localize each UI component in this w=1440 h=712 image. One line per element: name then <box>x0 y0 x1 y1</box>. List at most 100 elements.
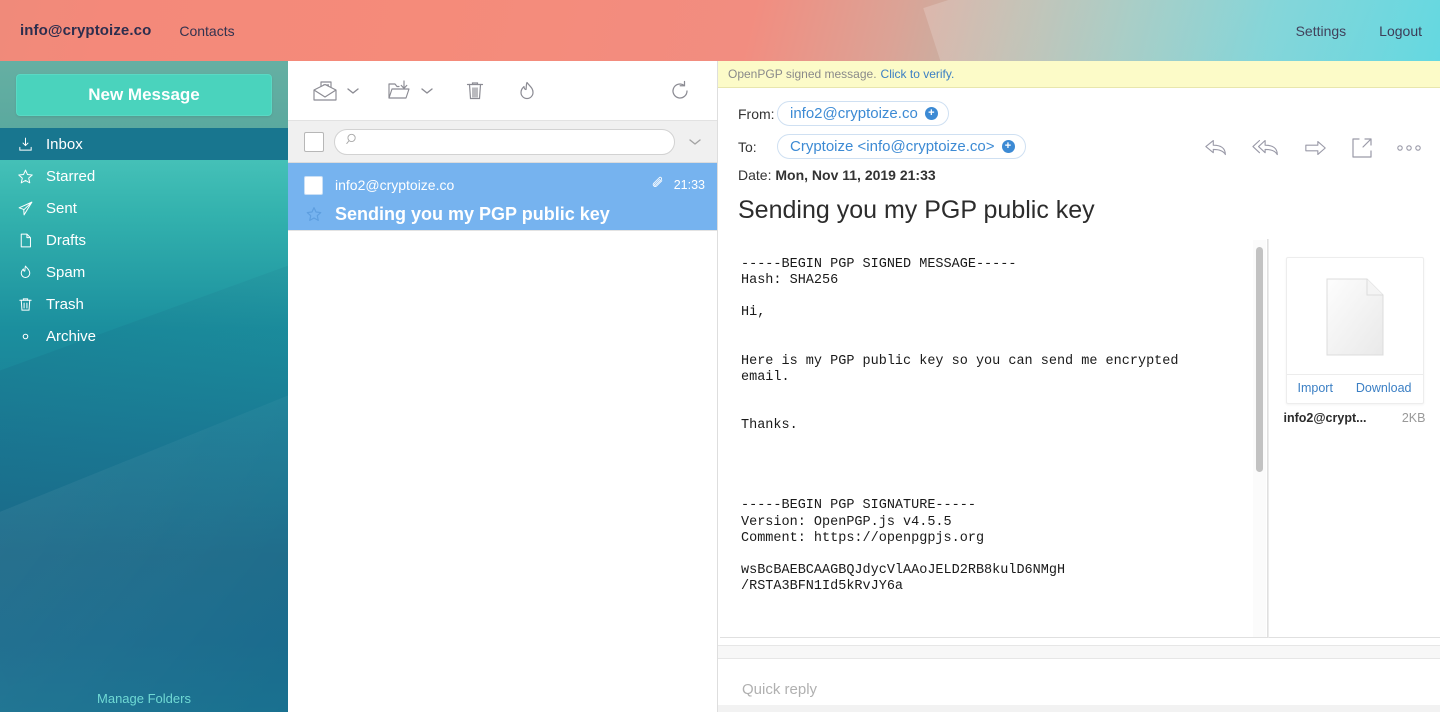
to-address: Cryptoize <info@cryptoize.co> <box>790 138 995 155</box>
attachment-download-link[interactable]: Download <box>1356 381 1412 395</box>
quick-reply-divider <box>718 645 1440 659</box>
trash-icon <box>16 295 34 313</box>
attachment-filesize: 2KB <box>1401 411 1426 425</box>
new-message-button[interactable]: New Message <box>16 73 272 116</box>
select-all-checkbox[interactable] <box>304 131 324 152</box>
openpgp-banner-text: OpenPGP signed message. <box>728 67 877 81</box>
date-label: Date: <box>738 167 772 183</box>
refresh-icon[interactable] <box>663 74 697 108</box>
message-subject-heading: Sending you my PGP public key <box>738 196 1095 224</box>
delete-trash-icon[interactable] <box>458 74 492 108</box>
verify-link[interactable]: Click to verify. <box>881 67 955 81</box>
sidebar-item-inbox[interactable]: Inbox <box>0 128 288 160</box>
mark-as-read-chevron-down-icon[interactable] <box>342 74 364 108</box>
inbox-icon <box>16 135 34 153</box>
to-chip[interactable]: Cryptoize <info@cryptoize.co> + <box>777 134 1026 159</box>
to-label: To: <box>738 138 757 155</box>
openpgp-banner[interactable]: OpenPGP signed message. Click to verify. <box>718 61 1440 88</box>
from-row: From: info2@cryptoize.co + <box>738 101 1440 126</box>
list-options-chevron-down-icon[interactable] <box>685 138 705 146</box>
sidebar-item-label: Spam <box>46 263 86 281</box>
star-icon <box>16 167 34 185</box>
message-list-item[interactable]: info2@cryptoize.co 21:33 Sending you my … <box>288 163 717 231</box>
search-box[interactable] <box>334 128 675 155</box>
attachment-paperclip-icon <box>650 176 665 194</box>
reply-icon[interactable] <box>1204 137 1230 159</box>
message-action-bar <box>1204 136 1422 160</box>
message-body-box: -----BEGIN PGP SIGNED MESSAGE----- Hash:… <box>720 239 1268 638</box>
archive-icon <box>16 327 34 345</box>
date-value: Mon, Nov 11, 2019 21:33 <box>775 167 936 183</box>
message-row-bottom: Sending you my PGP public key <box>304 199 705 229</box>
message-subject: Sending you my PGP public key <box>335 203 610 224</box>
mark-as-read-icon[interactable] <box>308 74 342 108</box>
sidebar-item-label: Archive <box>46 327 97 345</box>
sidebar-item-label: Drafts <box>46 231 87 249</box>
spam-flame-icon[interactable] <box>510 74 544 108</box>
from-address: info2@cryptoize.co <box>790 105 918 122</box>
open-in-new-window-icon[interactable] <box>1350 136 1374 160</box>
from-chip[interactable]: info2@cryptoize.co + <box>777 101 949 126</box>
message-body-inner: -----BEGIN PGP SIGNED MESSAGE----- Hash:… <box>720 239 1267 637</box>
sidebar: New Message Inbox Starred Sent Drafts Sp… <box>0 0 288 712</box>
message-sender: info2@cryptoize.co <box>335 177 455 193</box>
top-banner-left: info@cryptoize.co Contacts <box>20 0 235 61</box>
quick-reply-placeholder[interactable]: Quick reply <box>742 681 817 698</box>
move-to-folder-chevron-down-icon[interactable] <box>416 74 438 108</box>
message-checkbox[interactable] <box>304 175 323 195</box>
attachment-pane: Import Download info2@crypt... 2KB <box>1268 239 1440 638</box>
list-search-row <box>288 121 717 163</box>
list-toolbar <box>288 61 717 121</box>
add-contact-plus-icon[interactable]: + <box>924 107 938 120</box>
new-message-area: New Message <box>0 61 288 128</box>
sidebar-item-label: Sent <box>46 199 77 217</box>
sidebar-item-starred[interactable]: Starred <box>0 160 288 192</box>
more-options-icon[interactable] <box>1396 144 1422 152</box>
sidebar-item-label: Starred <box>46 167 96 185</box>
flame-icon <box>16 263 34 281</box>
top-banner-right: Settings Logout <box>1296 0 1422 61</box>
from-label: From: <box>738 105 775 122</box>
sidebar-item-sent[interactable]: Sent <box>0 192 288 224</box>
attachment-actions: Import Download <box>1286 374 1423 403</box>
reading-pane: OpenPGP signed message. Click to verify.… <box>718 61 1440 712</box>
sidebar-item-spam[interactable]: Spam <box>0 256 288 288</box>
settings-link[interactable]: Settings <box>1296 23 1347 39</box>
message-row-top: info2@cryptoize.co 21:33 <box>304 173 705 197</box>
message-list-pane: info2@cryptoize.co 21:33 Sending you my … <box>288 61 718 712</box>
send-icon <box>16 199 34 217</box>
reply-all-icon[interactable] <box>1252 137 1282 159</box>
attachment-caption: info2@crypt... 2KB <box>1280 411 1430 425</box>
move-to-folder-icon[interactable] <box>382 74 416 108</box>
attachment-import-link[interactable]: Import <box>1298 381 1333 395</box>
message-header: From: info2@cryptoize.co + To: Cryptoize… <box>718 88 1440 249</box>
top-banner: info@cryptoize.co Contacts Settings Logo… <box>0 0 1440 61</box>
add-contact-plus-icon[interactable]: + <box>1001 140 1015 153</box>
folder-list: Inbox Starred Sent Drafts Spam Trash Arc… <box>0 128 288 352</box>
sidebar-item-label: Inbox <box>46 135 83 153</box>
sidebar-item-drafts[interactable]: Drafts <box>0 224 288 256</box>
body-scrollbar[interactable] <box>1253 240 1266 637</box>
body-scrollbar-thumb[interactable] <box>1256 247 1263 472</box>
message-body-area: -----BEGIN PGP SIGNED MESSAGE----- Hash:… <box>718 239 1440 645</box>
sidebar-item-label: Trash <box>46 295 84 313</box>
search-input[interactable] <box>366 134 664 149</box>
email-client-window: info@cryptoize.co Contacts Settings Logo… <box>0 0 1440 712</box>
manage-folders-link[interactable]: Manage Folders <box>0 691 288 706</box>
sidebar-item-trash[interactable]: Trash <box>0 288 288 320</box>
date-row: Date: Mon, Nov 11, 2019 21:33 <box>738 167 1440 183</box>
message-star-icon[interactable] <box>304 205 323 223</box>
search-icon <box>345 132 360 152</box>
attachment-card[interactable]: Import Download <box>1285 257 1424 404</box>
attachment-thumbnail <box>1287 272 1423 362</box>
contacts-link[interactable]: Contacts <box>179 23 234 39</box>
pgp-message-body: -----BEGIN PGP SIGNED MESSAGE----- Hash:… <box>741 257 1179 594</box>
account-brand: info@cryptoize.co <box>20 22 152 39</box>
sidebar-item-archive[interactable]: Archive <box>0 320 288 352</box>
logout-link[interactable]: Logout <box>1379 23 1422 39</box>
sidebar-diagonal-overlay <box>0 351 288 712</box>
message-meta: 21:33 <box>650 176 705 194</box>
message-time: 21:33 <box>673 178 705 192</box>
file-icon <box>1326 278 1383 356</box>
forward-icon[interactable] <box>1304 138 1328 158</box>
